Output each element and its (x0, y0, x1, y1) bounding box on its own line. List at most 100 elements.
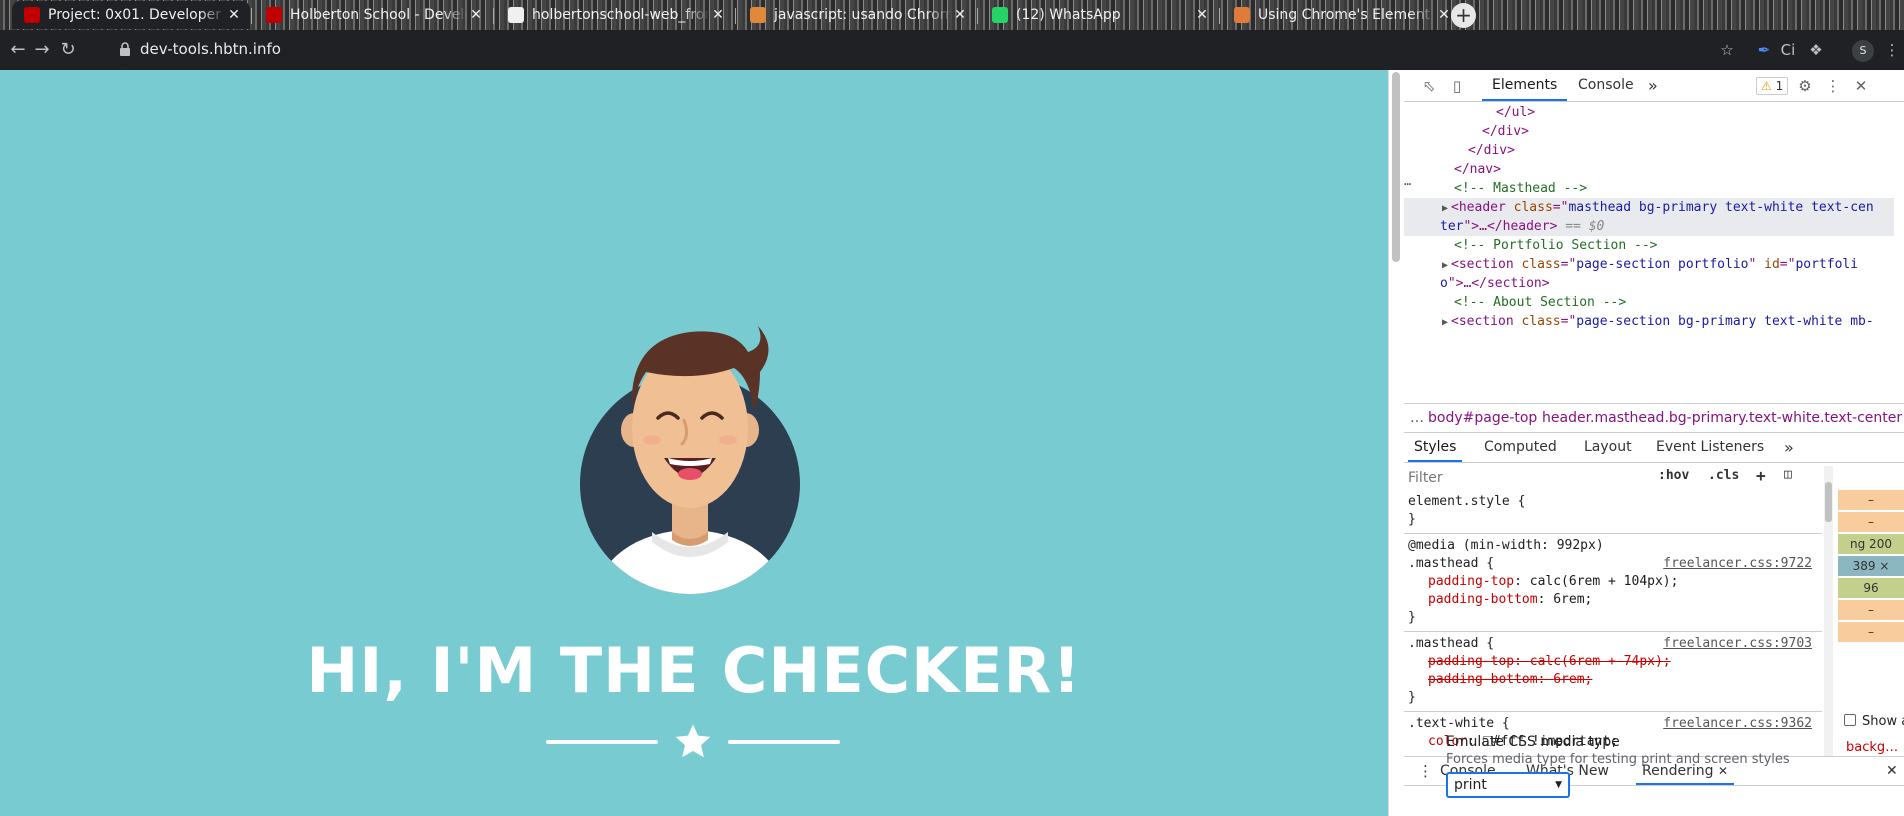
extension-ci-icon[interactable]: Ci (1778, 40, 1798, 60)
checkbox-icon[interactable] (1844, 714, 1856, 726)
new-style-rule-icon[interactable]: + (1756, 466, 1766, 485)
dom-node-line[interactable]: </ul> (1404, 103, 1894, 122)
css-declaration-overridden[interactable]: padding-top: calc(6rem + 74px); (1408, 653, 1818, 671)
close-devtools-icon[interactable]: ✕ (1852, 77, 1870, 95)
media-type-select[interactable]: print ▼ (1446, 772, 1570, 798)
tab-close-icon[interactable]: ✕ (1436, 7, 1452, 23)
dom-node-line[interactable]: <!-- Portfolio Section --> (1404, 236, 1894, 255)
inspect-element-icon[interactable]: ⬁ (1420, 77, 1438, 95)
breadcrumb-header[interactable]: header.masthead.bg-primary.text-white.te… (1542, 404, 1902, 432)
browser-tab[interactable]: Project: 0x01. Developer tools✕ (12, 1, 250, 29)
new-tab-button[interactable]: + (1451, 3, 1476, 28)
css-declaration-overridden[interactable]: padding-bottom: 6rem; (1408, 671, 1818, 689)
reload-icon[interactable]: ↻ (56, 38, 80, 62)
dom-node-line[interactable]: </nav> (1404, 160, 1894, 179)
box-model-padding[interactable]: ng 200 (1838, 534, 1904, 554)
tab-elements[interactable]: Elements (1482, 70, 1568, 101)
box-model-margin-bottom[interactable]: – (1838, 622, 1904, 642)
settings-gear-icon[interactable]: ⚙ (1796, 77, 1814, 95)
breadcrumb-ellipsis-icon[interactable]: … (1410, 404, 1424, 432)
browser-tab[interactable]: Using Chrome's Element Inspector✕ (1222, 1, 1460, 29)
expand-triangle-icon[interactable]: ▶ (1442, 203, 1448, 214)
box-model-border[interactable]: – (1838, 512, 1904, 532)
browser-tab[interactable]: holbertonschool-web_front_end✕ (496, 1, 734, 29)
rule-selector[interactable]: .masthead {freelancer.css:9703 (1408, 635, 1818, 653)
computed-background-prop[interactable]: backg… (1846, 740, 1898, 755)
expand-triangle-icon[interactable]: ▶ (1442, 260, 1448, 271)
tab-styles[interactable]: Styles (1408, 433, 1463, 462)
forward-arrow-icon[interactable]: → (30, 38, 54, 62)
browser-tab[interactable]: javascript: usando Chrome DevTools✕ (738, 1, 976, 29)
favicon-icon (750, 7, 766, 23)
viewport-scrollbar[interactable] (1392, 72, 1400, 262)
rule-close-brace: } (1408, 610, 1416, 625)
styles-filter-input[interactable] (1408, 467, 1644, 489)
source-link[interactable]: freelancer.css:9703 (1663, 635, 1812, 653)
page-viewport: HI, I'M THE CHECKER! (0, 70, 1388, 816)
cls-toggle[interactable]: .cls (1708, 468, 1739, 483)
back-arrow-icon[interactable]: ← (6, 38, 30, 62)
rule-separator (1404, 711, 1822, 712)
tab-close-icon[interactable]: ✕ (226, 7, 242, 23)
tab-console[interactable]: Console (1568, 70, 1644, 101)
rule-selector[interactable]: .masthead {freelancer.css:9722 (1408, 555, 1818, 573)
dom-node-line[interactable]: <!-- Masthead --> (1404, 179, 1894, 198)
tab-event-listeners[interactable]: Event Listeners (1650, 433, 1770, 462)
close-drawer-icon[interactable]: ✕ (1880, 757, 1904, 785)
source-link[interactable]: freelancer.css:9362 (1663, 715, 1812, 733)
breadcrumb-body[interactable]: body#page-top (1428, 404, 1537, 432)
bookmark-star-icon[interactable]: ☆ (1717, 40, 1737, 60)
dom-node-line[interactable]: ▶ <section class="page-section bg-primary… (1404, 312, 1894, 331)
dom-node-line[interactable]: o">…</section> (1404, 274, 1894, 293)
browser-tab[interactable]: Holberton School - Developer tools✕ (254, 1, 492, 29)
show-all-label: Show all (1862, 714, 1904, 729)
dom-node-line[interactable]: ▶ <header class="masthead bg-primary text… (1404, 198, 1894, 217)
browser-menu-icon[interactable]: ⋮ (1882, 40, 1902, 60)
url-text[interactable]: dev-tools.hbtn.info (140, 40, 281, 58)
tab-title: javascript: usando Chrome DevTools (774, 7, 952, 23)
dom-node-line[interactable]: ▶ <section class="page-section portfolio"… (1404, 255, 1894, 274)
hov-toggle[interactable]: :hov (1658, 468, 1689, 483)
dom-node-line[interactable]: </div> (1404, 122, 1894, 141)
box-model-content[interactable]: 389 × 450.53 (1838, 556, 1904, 593)
media-type-value: print (1454, 777, 1487, 793)
box-model-margin[interactable]: – (1838, 490, 1904, 510)
css-declaration[interactable]: padding-bottom: 6rem; (1408, 591, 1818, 609)
more-tabs-icon[interactable]: » (1638, 70, 1668, 101)
tab-close-icon[interactable]: ✕ (1194, 7, 1210, 23)
source-link[interactable]: freelancer.css:9722 (1663, 555, 1812, 573)
dom-ellipsis-icon[interactable]: … (1404, 174, 1412, 188)
rule-selector[interactable]: .text-white {freelancer.css:9362 (1408, 715, 1818, 733)
more-panels-icon[interactable]: » (1778, 433, 1800, 462)
tab-close-icon[interactable]: ✕ (468, 7, 484, 23)
omnibox[interactable] (112, 35, 1752, 65)
tab-computed[interactable]: Computed (1478, 433, 1563, 462)
devtools-panel: ⬁ ▯ Elements Console » ⚠ 1 ⚙ ⋮ ✕ </ul> </… (1404, 70, 1904, 816)
rule-element-style[interactable]: element.style { (1408, 493, 1818, 511)
devtools-toolbar: ⬁ ▯ Elements Console » ⚠ 1 ⚙ ⋮ ✕ (1404, 70, 1904, 102)
browser-tab[interactable]: (12) WhatsApp ✕ (980, 1, 1218, 29)
toggle-sidebar-icon[interactable]: ◫ (1784, 467, 1792, 482)
tab-close-icon[interactable]: ✕ (710, 7, 726, 23)
css-declaration[interactable]: padding-top: calc(6rem + 104px); (1408, 573, 1818, 591)
dom-tree[interactable]: </ul> </div> </div> </nav> <!-- Masthead -->… (1404, 103, 1904, 403)
dom-node-line[interactable]: </div> (1404, 141, 1894, 160)
chevron-down-icon: ▼ (1555, 780, 1562, 790)
show-all-checkbox[interactable]: Show all (1844, 714, 1904, 729)
extensions-puzzle-icon[interactable]: ❖ (1806, 40, 1826, 60)
tab-layout[interactable]: Layout (1578, 433, 1638, 462)
warning-badge[interactable]: ⚠ 1 (1756, 77, 1789, 95)
styles-scrollbar[interactable] (1825, 482, 1832, 522)
tab-close-icon[interactable]: ✕ (952, 7, 968, 23)
profile-avatar[interactable]: S (1852, 40, 1874, 62)
devtools-menu-icon[interactable]: ⋮ (1824, 77, 1842, 95)
expand-triangle-icon[interactable]: ▶ (1442, 317, 1448, 328)
box-model-border-bottom[interactable]: – (1838, 600, 1904, 620)
tab-title: holbertonschool-web_front_end (532, 7, 710, 23)
dom-node-line[interactable]: ter">…</header> == $0 (1404, 217, 1894, 236)
dom-node-line[interactable]: <!-- About Section --> (1404, 293, 1894, 312)
box-model-padding-bottom[interactable]: 96 (1838, 578, 1904, 598)
extension-pen-icon[interactable]: ✒ (1754, 40, 1774, 60)
device-toolbar-icon[interactable]: ▯ (1448, 77, 1466, 95)
css-property: padding-bottom (1428, 592, 1538, 607)
